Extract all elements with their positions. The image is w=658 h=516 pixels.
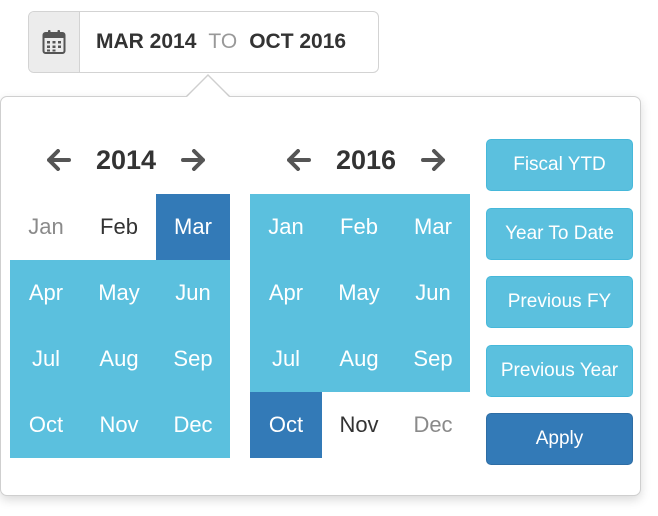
month-cell[interactable]: Jan bbox=[250, 194, 322, 260]
month-cell[interactable]: Mar bbox=[396, 194, 470, 260]
left-month-grid: Jan Feb Mar Apr May Jun Jul Aug Sep Oct … bbox=[10, 194, 230, 458]
range-separator: TO bbox=[208, 30, 238, 53]
range-end: OCT 2016 bbox=[249, 30, 347, 53]
popover-arrow-fill bbox=[187, 76, 229, 97]
calendar-icon bbox=[42, 30, 66, 54]
month-cell[interactable]: Jul bbox=[10, 326, 82, 392]
month-cell[interactable]: Jun bbox=[396, 260, 470, 326]
calendar-button[interactable] bbox=[29, 12, 80, 72]
month-cell[interactable]: Sep bbox=[156, 326, 230, 392]
right-year-label: 2016 bbox=[335, 144, 397, 175]
left-next-year-button[interactable] bbox=[180, 147, 206, 173]
month-cell[interactable]: Apr bbox=[10, 260, 82, 326]
month-cell[interactable]: Aug bbox=[82, 326, 156, 392]
right-next-year-button[interactable] bbox=[420, 147, 446, 173]
left-year-header: 2014 bbox=[46, 140, 206, 180]
previous-year-button[interactable]: Previous Year bbox=[486, 345, 633, 397]
month-cell[interactable]: Mar bbox=[156, 194, 230, 260]
arrow-right-icon bbox=[420, 149, 445, 171]
month-cell[interactable]: Oct bbox=[250, 392, 322, 458]
month-cell[interactable]: Sep bbox=[396, 326, 470, 392]
arrow-left-icon bbox=[287, 149, 311, 171]
right-prev-year-button[interactable] bbox=[286, 147, 312, 173]
previous-fy-button[interactable]: Previous FY bbox=[486, 276, 633, 328]
date-range-trigger[interactable]: MAR 2014 TO OCT 2016 bbox=[28, 11, 379, 73]
fiscal-ytd-button[interactable]: Fiscal YTD bbox=[486, 139, 633, 191]
month-cell[interactable]: Feb bbox=[322, 194, 396, 260]
month-cell[interactable]: Feb bbox=[82, 194, 156, 260]
month-cell[interactable]: Oct bbox=[10, 392, 82, 458]
month-cell[interactable]: May bbox=[82, 260, 156, 326]
right-month-grid: Jan Feb Mar Apr May Jun Jul Aug Sep Oct … bbox=[250, 194, 470, 458]
month-cell[interactable]: May bbox=[322, 260, 396, 326]
month-cell[interactable]: Dec bbox=[156, 392, 230, 458]
left-year-label: 2014 bbox=[95, 144, 157, 175]
arrow-right-icon bbox=[180, 149, 205, 171]
right-year-header: 2016 bbox=[286, 140, 446, 180]
year-to-date-button[interactable]: Year To Date bbox=[486, 208, 633, 260]
month-cell[interactable]: Apr bbox=[250, 260, 322, 326]
month-cell[interactable]: Jul bbox=[250, 326, 322, 392]
month-cell[interactable]: Aug bbox=[322, 326, 396, 392]
month-cell[interactable]: Nov bbox=[322, 392, 396, 458]
month-cell[interactable]: Nov bbox=[82, 392, 156, 458]
month-cell[interactable]: Jun bbox=[156, 260, 230, 326]
range-start: MAR 2014 bbox=[96, 30, 197, 53]
month-cell[interactable]: Dec bbox=[396, 392, 470, 458]
arrow-left-icon bbox=[47, 149, 71, 171]
date-range-display: MAR 2014 TO OCT 2016 bbox=[80, 12, 346, 72]
apply-button[interactable]: Apply bbox=[486, 413, 633, 465]
month-cell[interactable]: Jan bbox=[10, 194, 82, 260]
left-prev-year-button[interactable] bbox=[46, 147, 72, 173]
